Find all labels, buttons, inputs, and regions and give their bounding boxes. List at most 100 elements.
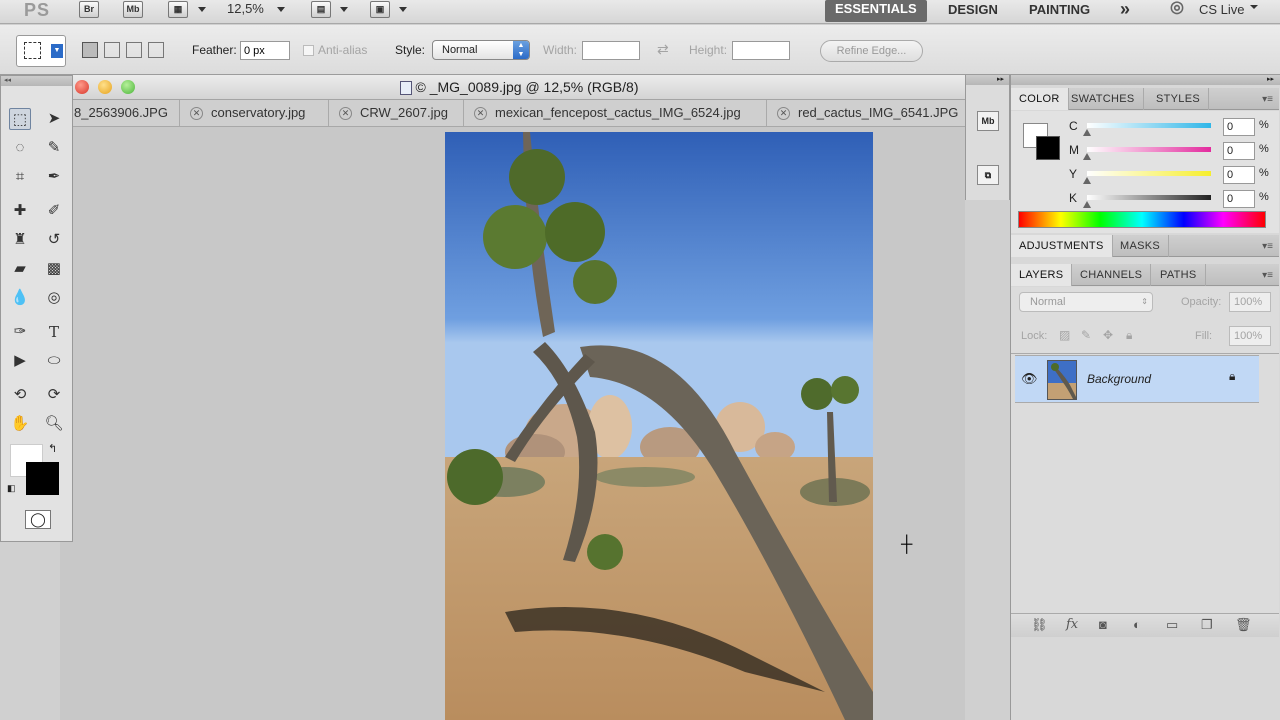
lasso-tool-icon[interactable]: ◌ (9, 137, 31, 159)
crop-tool-icon[interactable]: ⌗ (9, 166, 31, 188)
healing-brush-tool-icon[interactable]: ✚ (9, 200, 31, 222)
swap-dimensions-icon[interactable]: ⇄ (657, 41, 669, 58)
yellow-value[interactable]: 0 (1223, 166, 1255, 184)
color-spectrum[interactable] (1018, 211, 1266, 228)
dodge-tool-icon[interactable]: ◎ (43, 287, 65, 309)
lock-position-icon[interactable]: ✥ (1103, 328, 1113, 342)
workspace-essentials[interactable]: ESSENTIALS (825, 0, 927, 22)
history-panel-icon[interactable]: ⧉ (977, 165, 999, 185)
visibility-eye-icon[interactable]: 👁︎ (1021, 371, 1038, 387)
chevron-down-icon[interactable] (277, 7, 285, 12)
eraser-tool-icon[interactable]: ▰ (9, 258, 31, 280)
trash-icon[interactable]: 🗑︎ (1235, 617, 1252, 633)
bridge-button[interactable]: Br (79, 1, 99, 18)
view-extras-button[interactable]: ▦ (168, 1, 188, 18)
zoom-level[interactable]: 12,5% (227, 1, 264, 16)
arrange-documents-button[interactable]: ▤ (311, 1, 331, 18)
magenta-thumb[interactable] (1083, 153, 1091, 160)
lock-transparent-icon[interactable]: ▨ (1059, 328, 1070, 342)
close-icon[interactable]: ✕ (474, 107, 487, 121)
more-workspaces-icon[interactable]: » (1120, 0, 1130, 22)
tab-crw-2607[interactable]: ✕ CRW_2607.jpg (329, 100, 464, 126)
swap-colors-icon[interactable]: ↰ (48, 442, 57, 455)
default-colors-icon[interactable]: ◧ (7, 483, 16, 494)
panel-menu-icon[interactable]: ▾≡ (1262, 270, 1273, 281)
workspace-design[interactable]: DESIGN (948, 1, 998, 23)
chevron-down-icon[interactable] (198, 7, 206, 12)
canvas-image[interactable] (445, 132, 873, 720)
magenta-value[interactable]: 0 (1223, 142, 1255, 160)
tab-layers[interactable]: LAYERS (1011, 264, 1073, 286)
brush-tool-icon[interactable]: ✐ (43, 200, 65, 222)
anti-alias-checkbox[interactable] (303, 45, 314, 56)
fx-icon[interactable]: fx (1066, 617, 1078, 632)
close-window-button[interactable] (75, 80, 89, 94)
hand-tool-icon[interactable]: ✋ (9, 413, 31, 435)
fill-input[interactable]: 100% (1229, 326, 1271, 346)
path-selection-tool-icon[interactable]: ▶ (9, 350, 31, 372)
refine-edge-button[interactable]: Refine Edge... (820, 40, 923, 62)
quick-mask-icon[interactable]: ◯ (25, 510, 51, 529)
tab-red-cactus[interactable]: ✕ red_cactus_IMG_6541.JPG (767, 100, 965, 126)
layer-row-background[interactable]: 👁︎ Background 🔒︎ (1015, 355, 1259, 403)
tab-8-2563906[interactable]: 8_2563906.JPG (73, 100, 180, 126)
workspace-painting[interactable]: PAINTING (1029, 1, 1090, 23)
close-icon[interactable]: ✕ (777, 107, 790, 121)
tools-panel-header[interactable]: ◂◂ (1, 76, 72, 86)
tab-paths[interactable]: PATHS (1152, 264, 1206, 286)
eyedropper-tool-icon[interactable]: ✒ (43, 166, 65, 188)
panel-menu-icon[interactable]: ▾≡ (1262, 94, 1273, 105)
tab-masks[interactable]: MASKS (1112, 235, 1170, 257)
yellow-slider[interactable]: Y 0 % (1069, 166, 1280, 187)
rectangular-marquee-tool-icon[interactable]: ⬚ (9, 108, 31, 130)
pen-tool-icon[interactable]: ✑ (9, 321, 31, 343)
width-input[interactable] (582, 41, 640, 60)
black-slider[interactable]: K 0 % (1069, 190, 1280, 211)
tab-adjustments[interactable]: ADJUSTMENTS (1011, 235, 1113, 257)
tab-channels[interactable]: CHANNELS (1072, 264, 1152, 286)
tab-conservatory[interactable]: ✕ conservatory.jpg (180, 100, 329, 126)
style-select[interactable]: Normal ▲ ▼ (432, 40, 530, 60)
quick-selection-tool-icon[interactable]: ✎ (43, 137, 65, 159)
clone-stamp-tool-icon[interactable]: ♜ (9, 229, 31, 251)
new-selection-icon[interactable] (82, 42, 98, 58)
black-value[interactable]: 0 (1223, 190, 1255, 208)
chevron-down-icon[interactable] (340, 7, 348, 12)
blend-mode-select[interactable]: Normal ⇕ (1019, 292, 1153, 312)
height-input[interactable] (732, 41, 790, 60)
cs-live-menu[interactable]: CS Live (1199, 1, 1245, 23)
lock-all-icon[interactable]: 🔒︎ (1126, 328, 1132, 343)
close-icon[interactable]: ✕ (339, 107, 352, 121)
mini-bridge-panel-icon[interactable]: Mb (977, 111, 999, 131)
history-brush-tool-icon[interactable]: ↺ (43, 229, 65, 251)
new-layer-icon[interactable]: ❐ (1201, 617, 1213, 633)
chevron-down-icon[interactable] (1250, 5, 1258, 9)
panel-menu-icon[interactable]: ▾≡ (1262, 241, 1273, 252)
tab-color[interactable]: COLOR (1011, 88, 1069, 110)
screen-mode-button[interactable]: ▣ (370, 1, 390, 18)
background-color-swatch[interactable] (26, 462, 59, 495)
magenta-slider[interactable]: M 0 % (1069, 142, 1280, 163)
subtract-from-selection-icon[interactable] (126, 42, 142, 58)
chevron-down-icon[interactable] (399, 7, 407, 12)
tab-styles[interactable]: STYLES (1148, 88, 1209, 110)
zoom-window-button[interactable] (121, 80, 135, 94)
type-tool-icon[interactable]: T (43, 321, 65, 343)
link-layers-icon[interactable]: ⛓ (1031, 617, 1048, 633)
move-tool-icon[interactable]: ➤ (43, 108, 65, 130)
add-mask-icon[interactable]: ◙ (1099, 617, 1107, 632)
ellipse-tool-icon[interactable]: ⬭ (43, 350, 65, 372)
cyan-thumb[interactable] (1083, 129, 1091, 136)
yellow-thumb[interactable] (1083, 177, 1091, 184)
feather-input[interactable] (240, 41, 290, 60)
background-color-swatch[interactable] (1036, 136, 1060, 160)
collapsed-panels-header[interactable]: ▸▸ (966, 75, 1009, 85)
tool-preset-picker[interactable]: ▼ (16, 35, 66, 67)
minimize-window-button[interactable] (98, 80, 112, 94)
zoom-tool-icon[interactable]: 🔍︎ (43, 413, 65, 435)
cyan-value[interactable]: 0 (1223, 118, 1255, 136)
opacity-input[interactable]: 100% (1229, 292, 1271, 312)
3d-rotate-tool-icon[interactable]: ⟲ (9, 384, 31, 406)
layer-name[interactable]: Background (1087, 372, 1151, 386)
adjustment-layer-icon[interactable]: ◐ (1133, 617, 1141, 632)
